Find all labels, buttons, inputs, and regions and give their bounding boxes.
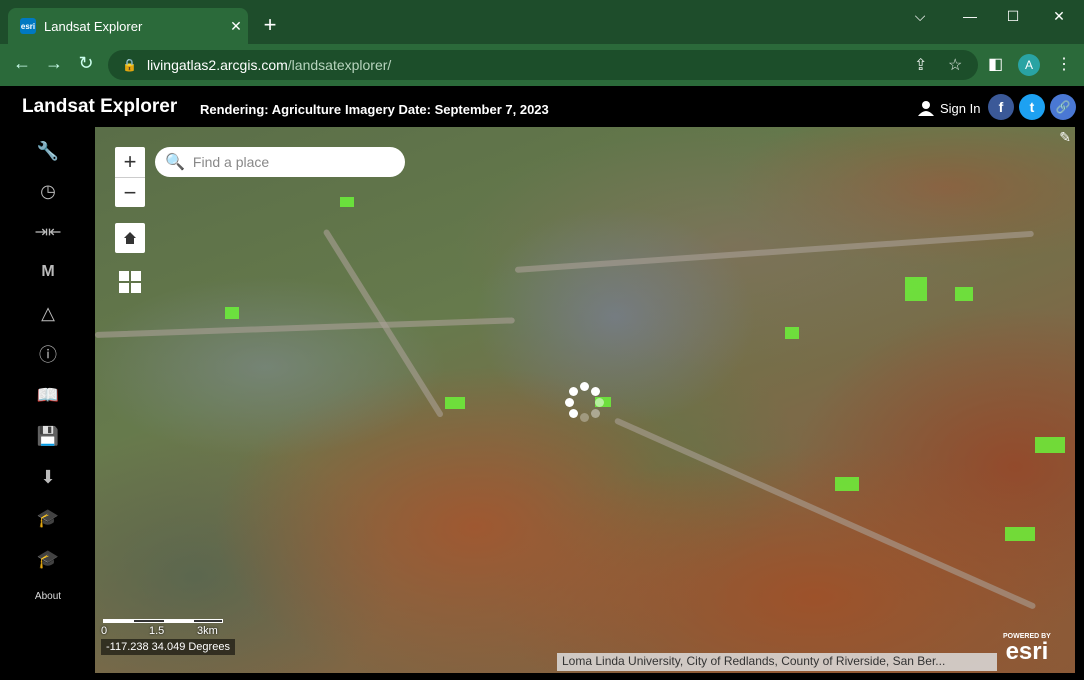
url-host: livingatlas2.arcgis.com [146, 57, 288, 73]
river-feature [613, 417, 1037, 610]
swipe-icon[interactable]: ⇥⇤ [32, 218, 64, 246]
new-tab-button[interactable]: + [258, 14, 282, 36]
field-patch [785, 327, 799, 339]
zoom-control: + − [115, 147, 145, 207]
tab-close-icon[interactable]: ✕ [224, 18, 248, 35]
field-patch [835, 477, 859, 491]
zoom-in-button[interactable]: + [115, 147, 145, 177]
search-icon[interactable]: 🔍 [165, 152, 185, 172]
search-box: 🔍 [155, 147, 405, 177]
field-patch [955, 287, 973, 301]
basemap-gallery-icon[interactable] [119, 271, 141, 293]
edit-icon[interactable]: ✎ [1059, 129, 1071, 146]
zoom-out-button[interactable]: − [115, 177, 145, 207]
tools-sidebar: 🔧 ◷ ⇥⇤ M △ ⓘ 📖 💾 ⬇ 🎓 🎓 About [0, 127, 95, 680]
attribution-text[interactable]: Loma Linda University, City of Redlands,… [557, 653, 997, 671]
imagery-date-label[interactable]: Imagery Date: September 7, 2023 [345, 102, 549, 117]
reload-button[interactable]: ↻ [74, 53, 98, 74]
browser-toolbar: ← → ↻ 🔒 livingatlas2.arcgis.com/landsate… [0, 44, 1084, 86]
map-view[interactable]: + − 🔍 ✎ 0 1.5 3km -117.238 34.049 Degree… [95, 127, 1075, 673]
river-feature [95, 317, 515, 338]
scale-label: 0 [101, 625, 108, 637]
menu-kebab-icon[interactable]: ⋮ [1056, 54, 1072, 74]
bookmark-icon[interactable]: 📖 [32, 381, 64, 409]
search-input[interactable] [192, 154, 393, 170]
river-feature [514, 230, 1034, 273]
graduation-icon[interactable]: 🎓 [32, 504, 64, 532]
home-button[interactable] [115, 223, 145, 253]
wrench-icon[interactable]: 🔧 [32, 137, 64, 165]
field-patch [905, 277, 927, 301]
scale-label: 1.5 [149, 625, 165, 637]
save-icon[interactable]: 💾 [32, 422, 64, 450]
clock-icon[interactable]: ◷ [32, 177, 64, 205]
scale-label: 3km [197, 625, 218, 637]
field-patch [445, 397, 465, 409]
share-link-icon[interactable]: 🔗 [1050, 94, 1076, 120]
sign-in-button[interactable]: Sign In [918, 100, 980, 116]
browser-tab[interactable]: esri Landsat Explorer ✕ [8, 8, 248, 44]
download-icon[interactable]: ⬇ [32, 463, 64, 491]
url-text: livingatlas2.arcgis.com/landsatexplorer/ [147, 57, 391, 73]
m-icon[interactable]: M [32, 258, 64, 286]
lock-icon[interactable]: 🔒 [122, 58, 137, 72]
esri-logo[interactable]: POWERED BY esri [1003, 633, 1051, 664]
scale-line [103, 619, 223, 623]
maximize-button[interactable]: ☐ [998, 8, 1028, 25]
sign-in-label: Sign In [940, 100, 981, 116]
esri-favicon-icon: esri [20, 18, 36, 34]
facebook-icon[interactable]: f [988, 94, 1014, 120]
profile-avatar[interactable]: A [1018, 54, 1040, 76]
share-icon[interactable]: ⇪ [914, 50, 927, 80]
info-icon[interactable]: ⓘ [32, 340, 64, 368]
triangle-icon[interactable]: △ [32, 299, 64, 327]
tab-search-icon[interactable]: ⌵ [905, 8, 935, 25]
user-icon [918, 101, 934, 116]
field-patch [1035, 437, 1065, 453]
bookmark-star-icon[interactable]: ☆ [948, 50, 962, 80]
loading-spinner-icon [565, 382, 605, 422]
minimize-button[interactable]: — [955, 8, 985, 24]
story-icon[interactable]: 🎓 [32, 545, 64, 573]
url-path: /landsatexplorer/ [287, 57, 392, 73]
tab-title: Landsat Explorer [44, 18, 143, 34]
address-bar[interactable]: 🔒 livingatlas2.arcgis.com/landsatexplore… [108, 50, 978, 80]
side-panel-icon[interactable]: ◧ [988, 54, 1003, 74]
esri-wordmark: esri [1005, 638, 1049, 665]
close-window-button[interactable]: ✕ [1044, 8, 1074, 25]
app-header: Landsat Explorer Rendering: Agriculture … [0, 86, 1084, 127]
rendering-label[interactable]: Rendering: Agriculture [200, 102, 341, 117]
field-patch [225, 307, 239, 319]
coordinates-readout: -117.238 34.049 Degrees [101, 639, 235, 655]
scale-bar: 0 1.5 3km [101, 617, 231, 637]
twitter-icon[interactable]: t [1019, 94, 1045, 120]
app-title: Landsat Explorer [22, 96, 178, 117]
forward-button[interactable]: → [42, 53, 66, 74]
field-patch [340, 197, 354, 207]
about-link[interactable]: About [18, 591, 78, 602]
field-patch [1005, 527, 1035, 541]
browser-titlebar: esri Landsat Explorer ✕ + ⌵ — ☐ ✕ [0, 0, 1084, 44]
back-button[interactable]: ← [10, 53, 34, 74]
home-icon [124, 232, 136, 244]
